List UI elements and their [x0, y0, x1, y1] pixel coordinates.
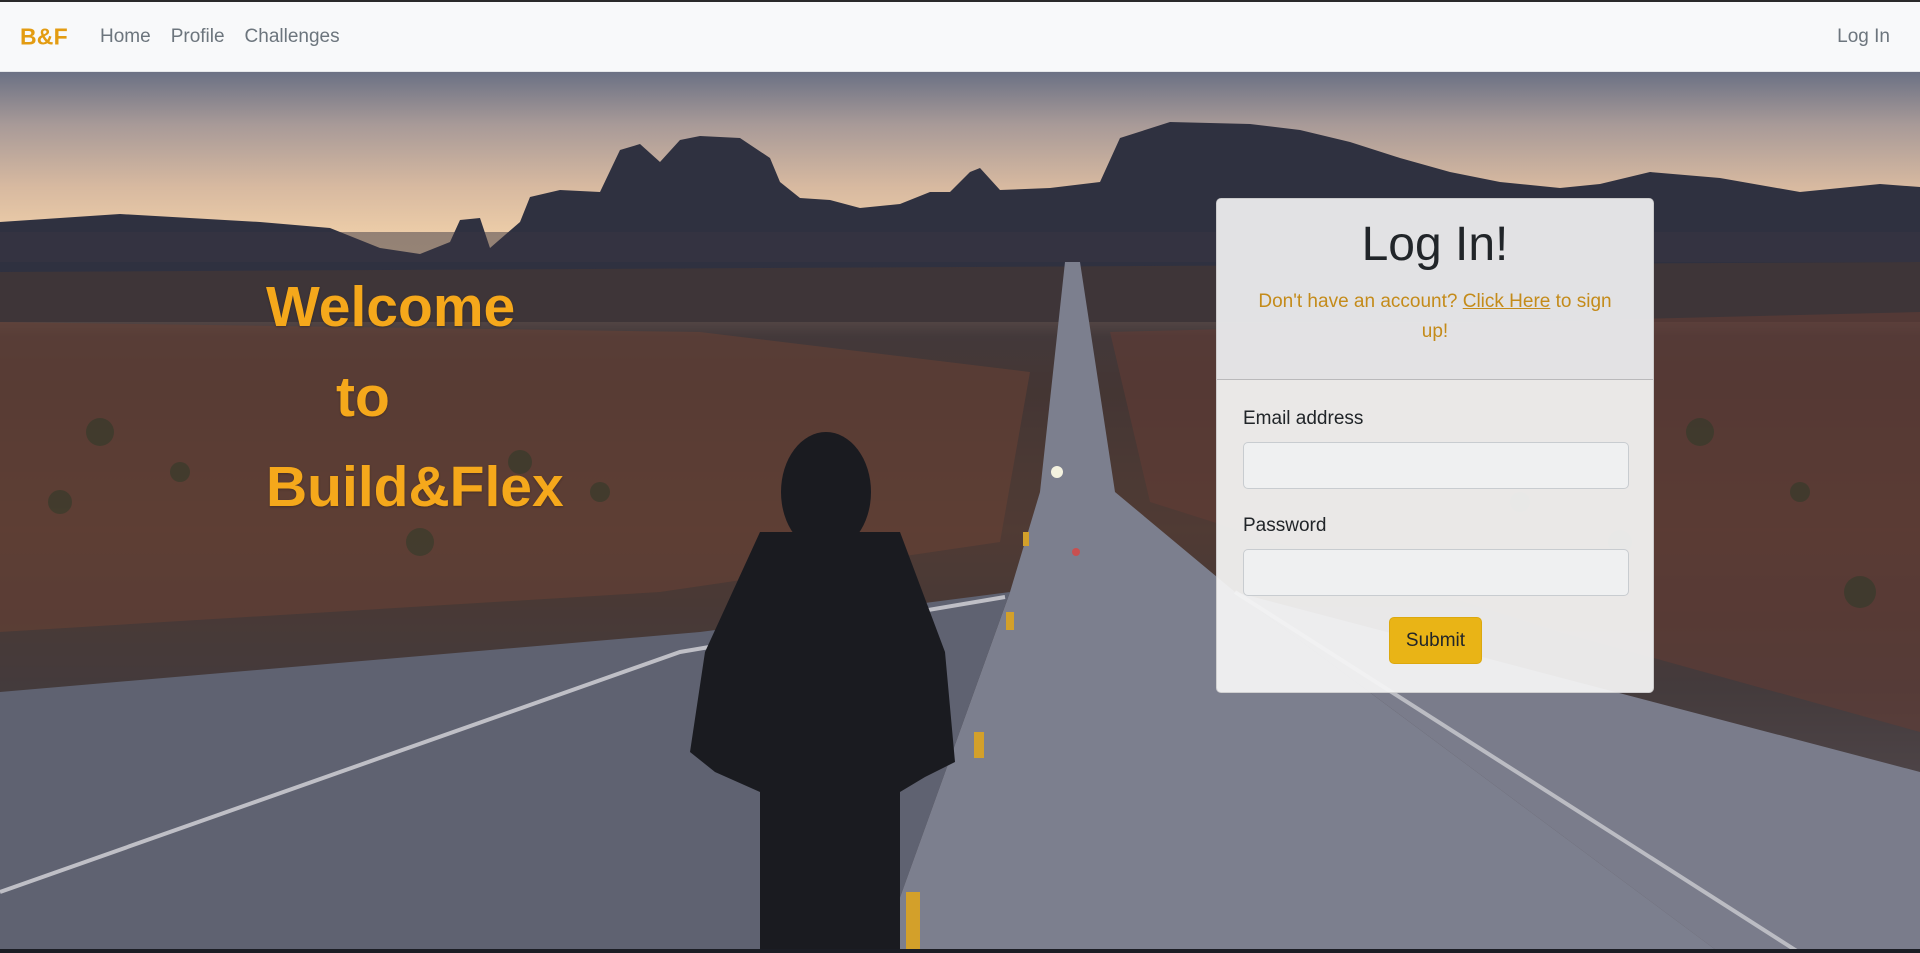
login-title: Log In! [1361, 218, 1509, 271]
login-card: Log In! Don't have an account? Click Her… [1216, 198, 1654, 693]
brand-logo[interactable]: B&F [20, 23, 68, 50]
nav-home-link[interactable]: Home [100, 26, 151, 48]
welcome-heading: Welcome to Build&Flex [266, 262, 564, 532]
submit-button[interactable]: Submit [1388, 617, 1483, 664]
bottom-strip [0, 949, 1920, 953]
nav-profile-link[interactable]: Profile [171, 26, 225, 48]
submit-wrap: Submit [1243, 617, 1628, 664]
welcome-line-1: Welcome [266, 275, 516, 339]
welcome-line-2: to [336, 365, 390, 429]
signup-prefix: Don't have an account? [1258, 291, 1458, 312]
signup-link[interactable]: Click Here [1463, 291, 1551, 312]
login-form: Email address Password Submit [1217, 380, 1653, 664]
nav-login-link[interactable]: Log In [1837, 26, 1890, 48]
signup-prompt: Don't have an account? Click Here to sig… [1251, 287, 1619, 347]
nav-links: Home Profile Challenges [100, 26, 340, 48]
password-label: Password [1243, 515, 1327, 536]
password-input[interactable] [1243, 549, 1629, 596]
email-label: Email address [1243, 408, 1364, 429]
navbar: B&F Home Profile Challenges Log In [0, 2, 1920, 72]
login-card-header: Log In! Don't have an account? Click Her… [1217, 199, 1653, 380]
email-input[interactable] [1243, 442, 1629, 489]
nav-challenges-link[interactable]: Challenges [245, 26, 340, 48]
welcome-line-3: Build&Flex [266, 455, 564, 519]
